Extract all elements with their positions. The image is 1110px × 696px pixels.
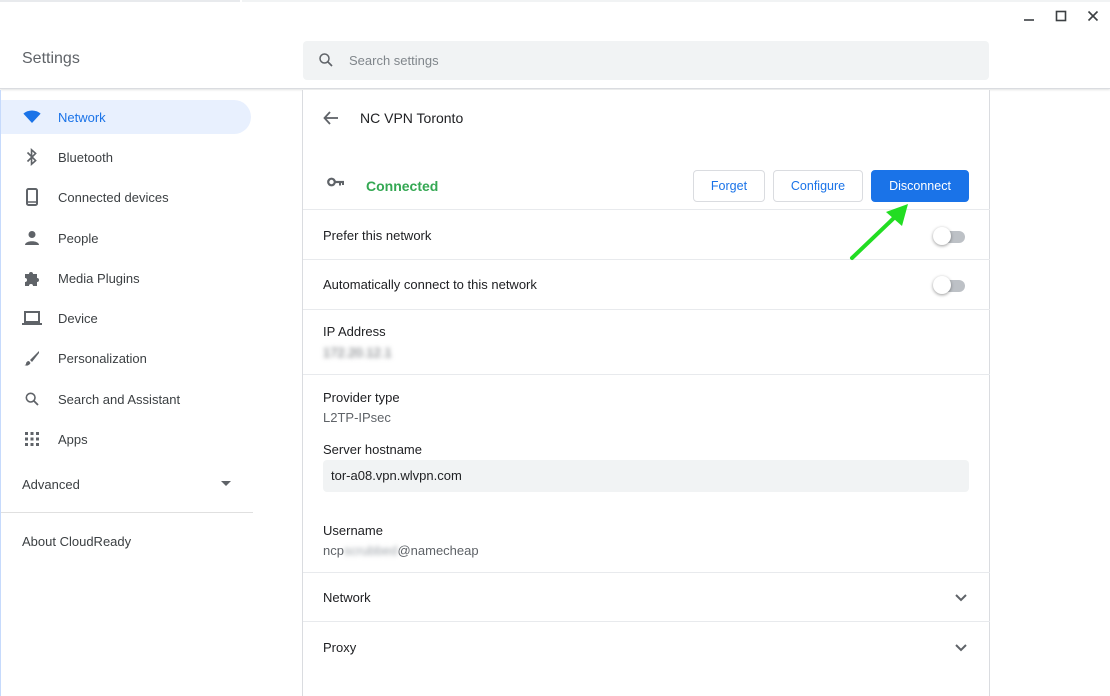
auto-connect-label: Automatically connect to this network	[323, 277, 537, 292]
username-value: ncpscrubbed@namecheap	[323, 543, 479, 558]
laptop-icon	[22, 308, 42, 328]
minimize-icon[interactable]	[1022, 8, 1036, 24]
sidebar-item-apps[interactable]: Apps	[1, 422, 251, 456]
auto-connect-row: Automatically connect to this network	[303, 260, 990, 310]
advanced-toggle[interactable]: Advanced	[1, 468, 251, 502]
page-title: NC VPN Toronto	[360, 110, 464, 126]
sidebar-item-label: Bluetooth	[58, 149, 113, 165]
proxy-section-label: Proxy	[323, 640, 357, 655]
back-arrow-icon[interactable]	[321, 108, 341, 128]
proxy-section-row[interactable]: Proxy	[303, 622, 990, 672]
username-row: Username ncpscrubbed@namecheap	[303, 510, 990, 573]
app-header: Settings	[0, 0, 1110, 89]
sidebar-item-personalization[interactable]: Personalization	[1, 341, 251, 375]
window-top-strip	[0, 0, 1110, 2]
sidebar-item-label: People	[58, 230, 99, 246]
chevron-down-icon	[954, 641, 968, 655]
network-section-row[interactable]: Network	[303, 573, 990, 622]
sidebar-item-label: Search and Assistant	[58, 391, 181, 407]
ip-address-label: IP Address	[323, 324, 386, 339]
disconnect-button[interactable]: Disconnect	[871, 170, 969, 202]
forget-button[interactable]: Forget	[693, 170, 765, 202]
window-controls	[1022, 8, 1100, 24]
sidebar-item-label: Device	[58, 310, 98, 326]
annotation-arrow-icon	[850, 204, 908, 260]
puzzle-icon	[22, 268, 42, 288]
username-hidden: scrubbed	[343, 543, 398, 558]
server-hostname-field[interactable]: tor-a08.vpn.wlvpn.com	[323, 460, 969, 492]
maximize-icon[interactable]	[1054, 8, 1068, 24]
search-icon	[317, 51, 335, 69]
username-suffix: @namecheap	[397, 543, 479, 558]
configure-button[interactable]: Configure	[773, 170, 863, 202]
key-icon	[327, 175, 347, 195]
sidebar-item-device[interactable]: Device	[1, 301, 251, 335]
sidebar-item-search-and-assistant[interactable]: Search and Assistant	[1, 382, 251, 416]
phone-icon	[22, 187, 42, 207]
username-label: Username	[323, 523, 383, 538]
sidebar-divider	[1, 512, 253, 513]
connection-status: Connected	[366, 178, 439, 194]
caret-down-icon	[221, 481, 231, 486]
ip-address-row: IP Address 172.20.12.1	[303, 310, 990, 375]
bluetooth-icon	[22, 147, 42, 167]
sidebar-item-connected-devices[interactable]: Connected devices	[1, 180, 251, 214]
app-title: Settings	[22, 50, 80, 67]
network-section-label: Network	[323, 590, 371, 605]
search-input[interactable]	[349, 41, 949, 80]
sidebar-item-network[interactable]: Network	[1, 100, 251, 134]
sidebar-item-label: Apps	[58, 431, 88, 447]
sidebar-item-bluetooth[interactable]: Bluetooth	[1, 140, 251, 174]
advanced-label: Advanced	[22, 477, 80, 492]
auto-connect-toggle[interactable]	[933, 276, 967, 294]
sidebar-item-label: Media Plugins	[58, 270, 140, 286]
apps-grid-icon	[22, 429, 42, 449]
prefer-network-label: Prefer this network	[323, 228, 432, 243]
sidebar-item-label: Network	[58, 109, 106, 125]
sidebar-item-people[interactable]: People	[1, 221, 251, 255]
prefer-network-toggle[interactable]	[933, 227, 967, 245]
provider-type-value: L2TP-IPsec	[323, 410, 391, 425]
ip-address-value: 172.20.12.1	[323, 345, 392, 360]
provider-type-label: Provider type	[323, 390, 400, 405]
sidebar: Network Bluetooth Connected devices Peop…	[0, 90, 270, 696]
server-hostname-value: tor-a08.vpn.wlvpn.com	[331, 468, 462, 483]
server-hostname-label: Server hostname	[323, 442, 422, 457]
wifi-icon	[22, 107, 42, 127]
sidebar-item-media-plugins[interactable]: Media Plugins	[1, 261, 251, 295]
sidebar-item-label: Personalization	[58, 350, 147, 366]
about-link[interactable]: About CloudReady	[22, 534, 131, 549]
person-icon	[22, 228, 42, 248]
vpn-detail-card: NC VPN Toronto Connected Forget Configur…	[302, 90, 990, 696]
search-box[interactable]	[303, 41, 989, 80]
close-icon[interactable]	[1086, 8, 1100, 24]
search-icon	[22, 389, 42, 409]
chevron-down-icon	[954, 591, 968, 605]
username-prefix: ncp	[323, 543, 344, 558]
brush-icon	[22, 348, 42, 368]
sidebar-item-label: Connected devices	[58, 189, 169, 205]
